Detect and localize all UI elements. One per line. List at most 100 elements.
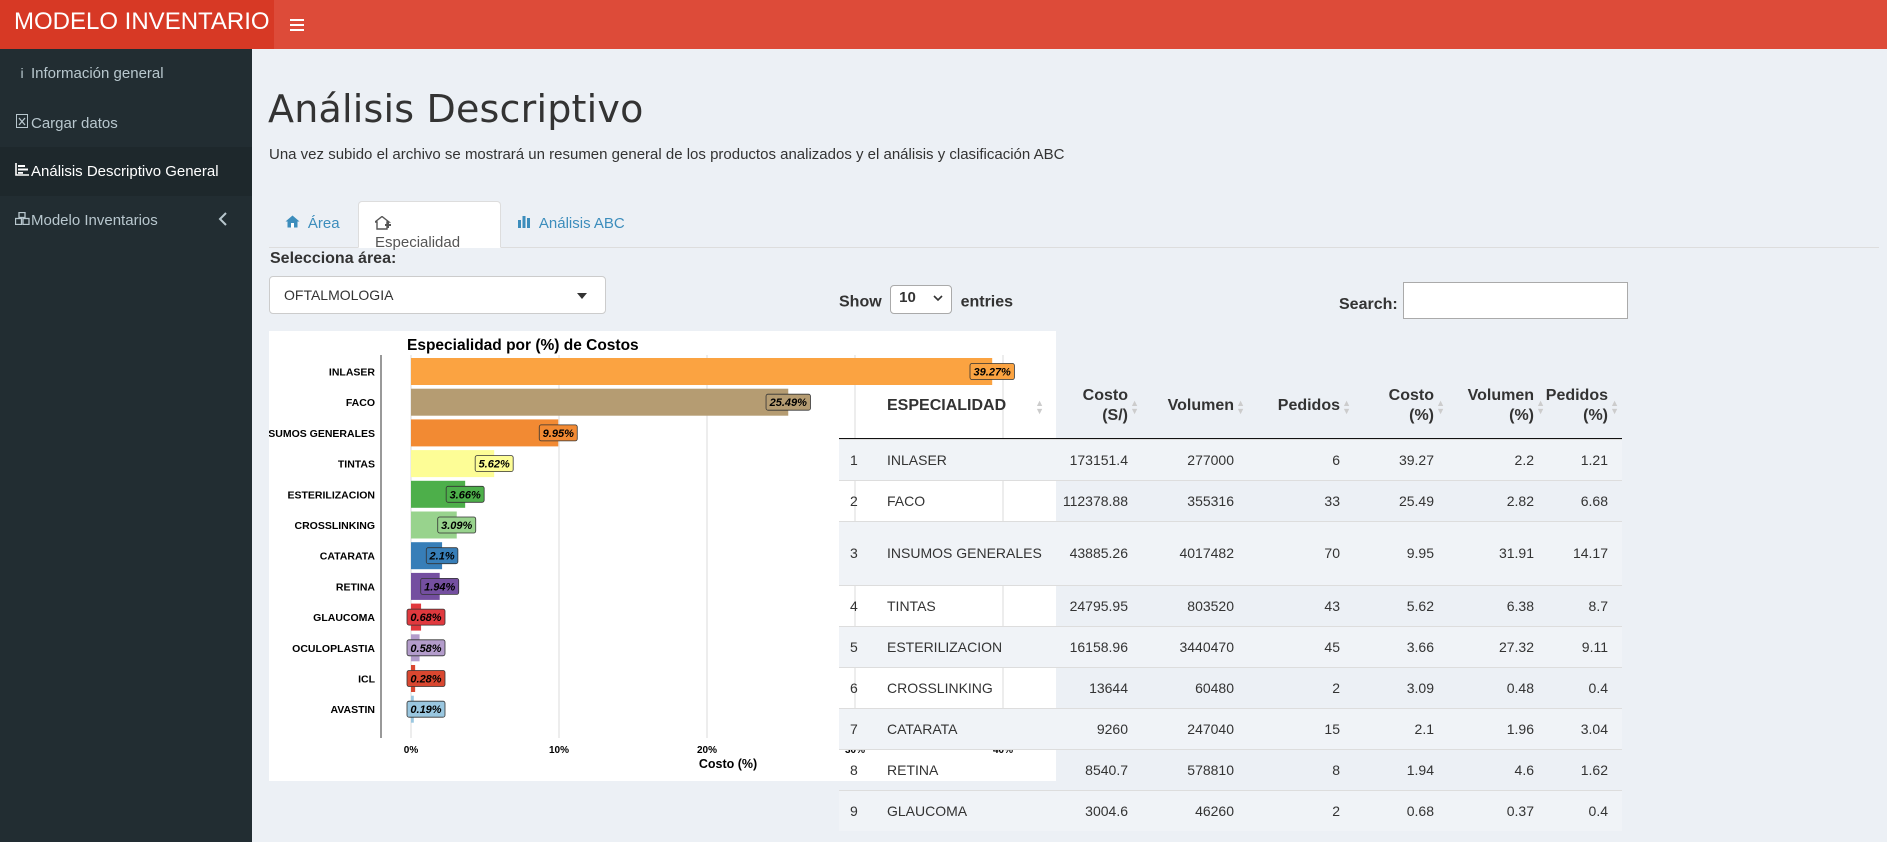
column-header[interactable]: Costo (S/) ▲ ▼ bbox=[1042, 373, 1142, 439]
sidebar-item-cargar-datos[interactable]: Cargar datos bbox=[0, 98, 252, 147]
table-cell: 578810 bbox=[1187, 761, 1234, 778]
table-row[interactable]: 7 CATARATA 9260 247040 15 2.1 1.96 3.04 bbox=[839, 708, 1622, 749]
table-cell: 6 bbox=[1332, 451, 1340, 468]
table-cell: 173151.4 bbox=[1069, 451, 1128, 468]
show-entries: Show 10 entries bbox=[839, 285, 1013, 317]
table-cell: 2 bbox=[850, 492, 858, 509]
chart-data-label: 2.1% bbox=[429, 551, 455, 563]
chart-y-tick-label: CROSSLINKING bbox=[294, 520, 375, 532]
table-row[interactable]: 2 FACO 112378.88 355316 33 25.49 2.82 6.68 bbox=[839, 480, 1622, 521]
table-cell: ESTERILIZACION bbox=[887, 638, 1003, 655]
sidebar-item-label: Modelo Inventarios bbox=[31, 212, 158, 229]
table-cell: 5.62 bbox=[1406, 597, 1434, 614]
table-row[interactable]: 8 RETINA 8540.7 578810 8 1.94 4.6 1.62 bbox=[839, 749, 1622, 790]
chart-y-tick-label: INSUMOS GENERALES bbox=[269, 428, 375, 440]
table-cell: INSUMOS GENERALES bbox=[887, 545, 1042, 561]
table-cell: 6.38 bbox=[1506, 597, 1534, 614]
column-header-text: (%) bbox=[1509, 407, 1534, 424]
sort-icon: ▲ ▼ bbox=[1436, 398, 1445, 416]
column-header-label: Costo (%) bbox=[1389, 386, 1434, 426]
table-cell: 247040 bbox=[1187, 720, 1234, 737]
tab-analisis-abc[interactable]: Análisis ABC bbox=[501, 201, 641, 248]
table-cell: 3 bbox=[850, 545, 858, 561]
table-cell: 3.66 bbox=[1406, 638, 1434, 655]
column-header[interactable]: Pedidos (%) ▲ ▼ bbox=[1546, 373, 1622, 439]
table-cell: 2 bbox=[1332, 802, 1340, 819]
table-cell: 355316 bbox=[1187, 492, 1234, 509]
column-header-text: Costo bbox=[1082, 387, 1128, 404]
chevron-left-icon[interactable] bbox=[218, 210, 228, 231]
sidebar-item-informacion-general[interactable]: i Información general bbox=[0, 49, 252, 98]
column-header-text: (S/) bbox=[1102, 407, 1128, 424]
table-cell: GLAUCOMA bbox=[887, 802, 968, 819]
column-header-text: Volumen bbox=[1167, 397, 1234, 414]
table-cell: 3.09 bbox=[1406, 679, 1434, 696]
table-cell: 25.49 bbox=[1398, 492, 1434, 509]
table-row[interactable]: 5 ESTERILIZACION 16158.96 3440470 45 3.66 27.3… bbox=[839, 626, 1622, 667]
table-cell: 277000 bbox=[1187, 451, 1234, 468]
table-cell: 5 bbox=[850, 638, 858, 655]
column-header[interactable]: Volumen (%) ▲ ▼ bbox=[1448, 373, 1548, 439]
table-cell: 7 bbox=[850, 720, 858, 737]
table-cell: FACO bbox=[887, 492, 926, 509]
table-cell: 1.62 bbox=[1580, 761, 1608, 778]
column-header-label: ESPECIALIDAD bbox=[887, 396, 1006, 416]
table-cell: 16158.96 bbox=[1069, 638, 1128, 655]
chart-data-label: 1.94% bbox=[424, 581, 455, 593]
area-select[interactable]: OFTALMOLOGIA bbox=[269, 276, 606, 314]
table-row[interactable]: 9 GLAUCOMA 3004.6 46260 2 0.68 0.37 0.4 bbox=[839, 790, 1622, 831]
table-cell: 112378.88 bbox=[1062, 492, 1128, 509]
page-title: Análisis Descriptivo bbox=[268, 87, 644, 131]
chart-data-label: 3.09% bbox=[441, 520, 472, 532]
info-icon: i bbox=[20, 65, 24, 81]
sort-icon: ▲ ▼ bbox=[1610, 398, 1619, 416]
sort-icon: ▲ ▼ bbox=[1130, 398, 1139, 416]
column-header-text: Costo bbox=[1388, 387, 1434, 404]
table-cell: 8 bbox=[850, 761, 858, 778]
table-cell: 4017482 bbox=[1179, 545, 1234, 561]
table-row[interactable]: 1 INLASER 173151.4 277000 6 39.27 2.2 1.21 bbox=[839, 439, 1622, 480]
table-cell: 1.94 bbox=[1406, 761, 1434, 778]
chart-xlabel: Costo (%) bbox=[699, 757, 757, 771]
sidebar-item-label: Información general bbox=[31, 65, 164, 82]
table-row[interactable]: 4 TINTAS 24795.95 803520 43 5.62 6.38 8.7 bbox=[839, 585, 1622, 626]
cubes-icon bbox=[13, 211, 31, 228]
column-header[interactable]: Volumen ▲ ▼ bbox=[1142, 373, 1248, 439]
tab-especialidad[interactable]: Especialidad bbox=[358, 201, 501, 251]
chart-data-label: 0.19% bbox=[410, 704, 441, 716]
table-cell: 2.1 bbox=[1414, 720, 1434, 737]
column-header-label: Costo (S/) bbox=[1083, 386, 1128, 426]
column-header-text: (%) bbox=[1583, 407, 1608, 424]
column-header-label: Pedidos (%) bbox=[1546, 386, 1608, 426]
chart-y-tick-label: CATARATA bbox=[320, 551, 376, 563]
table-cell: 8 bbox=[1332, 761, 1340, 778]
table-cell: 0.4 bbox=[1588, 679, 1608, 696]
sidebar-item-analisis-descriptivo[interactable]: Análisis Descriptivo General bbox=[0, 147, 252, 196]
column-header-text: Pedidos bbox=[1545, 387, 1608, 404]
app-logo[interactable]: MODELO INVENTARIO bbox=[0, 0, 274, 49]
hamburger-icon[interactable] bbox=[286, 11, 310, 37]
show-label: Show bbox=[839, 293, 882, 311]
column-header[interactable]: Costo (%) ▲ ▼ bbox=[1354, 373, 1448, 439]
page-length-select[interactable]: 10 bbox=[890, 285, 953, 314]
table-row[interactable]: 6 CROSSLINKING 13644 60480 2 3.09 0.48 0.4 bbox=[839, 667, 1622, 708]
table-cell: 27.32 bbox=[1498, 638, 1534, 655]
table-cell: 0.4 bbox=[1588, 802, 1608, 819]
table-cell: CROSSLINKING bbox=[887, 679, 993, 696]
sidebar: i Información general Cargar datos Anális… bbox=[0, 49, 252, 842]
sidebar-item-modelo-inventarios[interactable]: Modelo Inventarios bbox=[0, 196, 252, 245]
search-input[interactable] bbox=[1403, 282, 1628, 319]
column-header[interactable]: Pedidos ▲ ▼ bbox=[1248, 373, 1354, 439]
sort-icon: ▲ ▼ bbox=[1536, 398, 1545, 416]
tab-area[interactable]: Área bbox=[269, 201, 356, 248]
column-header[interactable]: ESPECIALIDAD ▲ ▼ bbox=[887, 373, 1044, 439]
file-excel-icon bbox=[13, 114, 31, 131]
chart-data-label: 0.58% bbox=[410, 643, 441, 655]
table-cell: 9.95 bbox=[1406, 545, 1434, 561]
table-row[interactable]: 3 INSUMOS GENERALES 43885.26 4017482 70 9.95 3… bbox=[839, 521, 1622, 585]
search-label: Search: bbox=[1339, 296, 1398, 313]
sort-icon: ▲ ▼ bbox=[1342, 398, 1351, 416]
sidebar-item-label: Cargar datos bbox=[31, 115, 118, 132]
table-cell: 803520 bbox=[1187, 597, 1234, 614]
home-icon bbox=[285, 215, 304, 231]
